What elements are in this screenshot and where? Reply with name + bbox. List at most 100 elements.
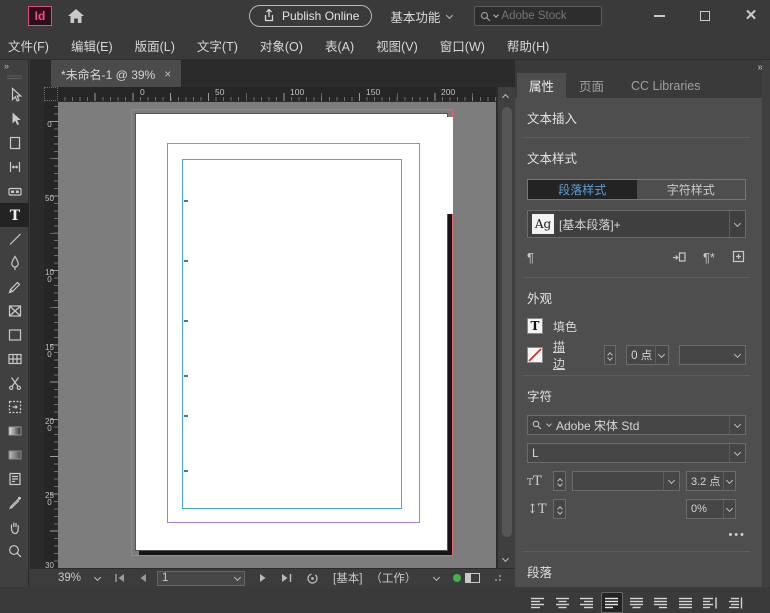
canvas-vertical-scrollbar[interactable] — [497, 87, 515, 568]
minimize-button[interactable] — [648, 6, 670, 26]
free-transform-tool[interactable] — [0, 395, 29, 419]
stroke-weight-combo[interactable]: 0 点 — [626, 345, 669, 365]
preflight-profile[interactable]: [基本] — [333, 570, 362, 586]
align-right-button[interactable] — [576, 592, 599, 613]
font-size-stepper[interactable] — [553, 471, 566, 491]
tab-cc-libraries[interactable]: CC Libraries — [619, 73, 712, 98]
tab-character-styles[interactable]: 字符样式 — [637, 180, 746, 199]
zoom-chevron-icon[interactable] — [94, 573, 101, 580]
close-button[interactable]: ✕ — [740, 6, 762, 26]
menu-file[interactable]: 文件(F) — [0, 32, 60, 59]
appearance-label: 外观 — [527, 288, 746, 307]
note-tool[interactable] — [0, 467, 29, 491]
hand-tool[interactable] — [0, 515, 29, 539]
stroke-type-combo[interactable] — [679, 345, 746, 365]
align-center-button[interactable] — [552, 592, 575, 613]
indesign-logo-icon[interactable]: Id — [28, 6, 52, 26]
rectangle-tool[interactable] — [0, 323, 29, 347]
horizontal-ruler[interactable]: 0 50 100 150 200 — [58, 87, 496, 101]
eyedropper-tool[interactable] — [0, 491, 29, 515]
gradient-swatch-tool[interactable] — [0, 419, 29, 443]
tab-pages[interactable]: 页面 — [567, 73, 616, 98]
menu-view[interactable]: 视图(V) — [365, 32, 429, 59]
vertical-ruler[interactable]: 0 50 100 150 200 250 300 — [44, 102, 58, 568]
font-style-combo[interactable]: L — [527, 443, 746, 463]
ruler-origin[interactable] — [44, 87, 58, 101]
zoom-level[interactable]: 39% — [58, 572, 81, 584]
workspace-switcher[interactable]: 基本功能 — [390, 7, 452, 26]
toolbar-grip[interactable] — [7, 74, 22, 79]
resize-grip[interactable] — [494, 574, 502, 582]
rectangle-frame-tool[interactable] — [0, 299, 29, 323]
align-toward-spine-button[interactable] — [699, 592, 722, 613]
align-away-from-spine-button[interactable] — [723, 592, 746, 613]
paragraph-options-icon[interactable]: ¶ — [527, 250, 534, 265]
close-tab-icon[interactable]: × — [164, 67, 171, 81]
home-icon[interactable] — [66, 7, 86, 25]
direct-selection-tool[interactable] — [0, 107, 29, 131]
justify-last-right-button[interactable] — [650, 592, 673, 613]
publish-online-button[interactable]: Publish Online — [249, 5, 372, 27]
scroll-down-icon[interactable] — [502, 555, 509, 562]
selection-tool[interactable] — [0, 83, 29, 107]
more-options-icon[interactable]: ••• — [527, 529, 746, 541]
stroke-weight-stepper[interactable] — [604, 345, 617, 365]
type-tool[interactable]: T — [0, 203, 29, 227]
scale-value-combo[interactable]: 0% — [686, 499, 736, 519]
font-size-combo[interactable] — [572, 471, 680, 491]
leading-value-combo[interactable]: 3.2 点 — [686, 471, 736, 491]
stroke-label[interactable]: 描边 — [553, 338, 576, 372]
fill-swatch-icon[interactable]: T — [527, 318, 543, 334]
menu-table[interactable]: 表(A) — [314, 32, 365, 59]
menu-type[interactable]: 文字(T) — [186, 32, 249, 59]
gradient-feather-tool[interactable] — [0, 443, 29, 467]
align-left-button[interactable] — [527, 592, 550, 613]
pen-tool[interactable] — [0, 251, 29, 275]
fill-label[interactable]: 填色 — [553, 318, 577, 335]
font-family-combo[interactable]: Adobe 宋体 Std — [527, 415, 746, 435]
menu-help[interactable]: 帮助(H) — [496, 32, 560, 59]
search-input[interactable] — [501, 10, 587, 22]
document-tab[interactable]: *未命名-1 @ 39% × — [51, 60, 181, 88]
menu-edit[interactable]: 编辑(E) — [60, 32, 124, 59]
scissors-tool[interactable] — [0, 371, 29, 395]
gap-tool[interactable] — [0, 155, 29, 179]
document-tab-strip: *未命名-1 @ 39% × — [30, 60, 515, 88]
pencil-tool[interactable] — [0, 275, 29, 299]
horizontal-grid-tool[interactable] — [0, 347, 29, 371]
last-page-button[interactable] — [281, 573, 292, 583]
overlapping-frame[interactable] — [422, 117, 453, 214]
line-tool[interactable] — [0, 227, 29, 251]
tab-properties[interactable]: 属性 — [517, 73, 566, 98]
menu-bar: 文件(F) 编辑(E) 版面(L) 文字(T) 对象(O) 表(A) 视图(V)… — [0, 32, 770, 60]
menu-object[interactable]: 对象(O) — [249, 32, 314, 59]
next-page-button[interactable] — [259, 573, 267, 583]
content-collector-tool[interactable] — [0, 179, 29, 203]
stroke-swatch-icon[interactable] — [527, 347, 543, 363]
page-tool[interactable] — [0, 131, 29, 155]
toolbar-collapse-icon[interactable]: » — [0, 60, 28, 72]
maximize-button[interactable] — [694, 6, 716, 26]
clear-overrides-icon[interactable]: ¶* — [703, 250, 715, 265]
previous-page-button[interactable] — [139, 573, 147, 583]
scroll-up-icon[interactable] — [502, 94, 509, 101]
menu-layout[interactable]: 版面(L) — [124, 32, 186, 59]
preflight-icon[interactable] — [306, 572, 319, 585]
vertical-scale-stepper[interactable] — [553, 499, 566, 519]
zoom-tool[interactable] — [0, 539, 29, 563]
preflight-chevron-icon[interactable] — [433, 573, 440, 580]
scrollbar-thumb[interactable] — [502, 107, 512, 537]
pasteboard-canvas[interactable] — [58, 102, 496, 568]
style-options-icon[interactable] — [731, 249, 746, 267]
justify-last-center-button[interactable] — [625, 592, 648, 613]
adobe-stock-search[interactable] — [474, 6, 602, 26]
justify-all-button[interactable] — [674, 592, 697, 613]
page-number-combo[interactable]: 1 — [157, 571, 245, 586]
menu-window[interactable]: 窗口(W) — [429, 32, 496, 59]
text-frame[interactable] — [182, 159, 402, 509]
tab-paragraph-styles[interactable]: 段落样式 — [528, 180, 637, 199]
first-page-button[interactable] — [114, 573, 125, 583]
justify-last-left-button[interactable] — [601, 592, 624, 613]
paragraph-style-combo[interactable]: Ag [基本段落]+ — [527, 210, 746, 238]
redefine-style-icon[interactable] — [671, 248, 687, 267]
